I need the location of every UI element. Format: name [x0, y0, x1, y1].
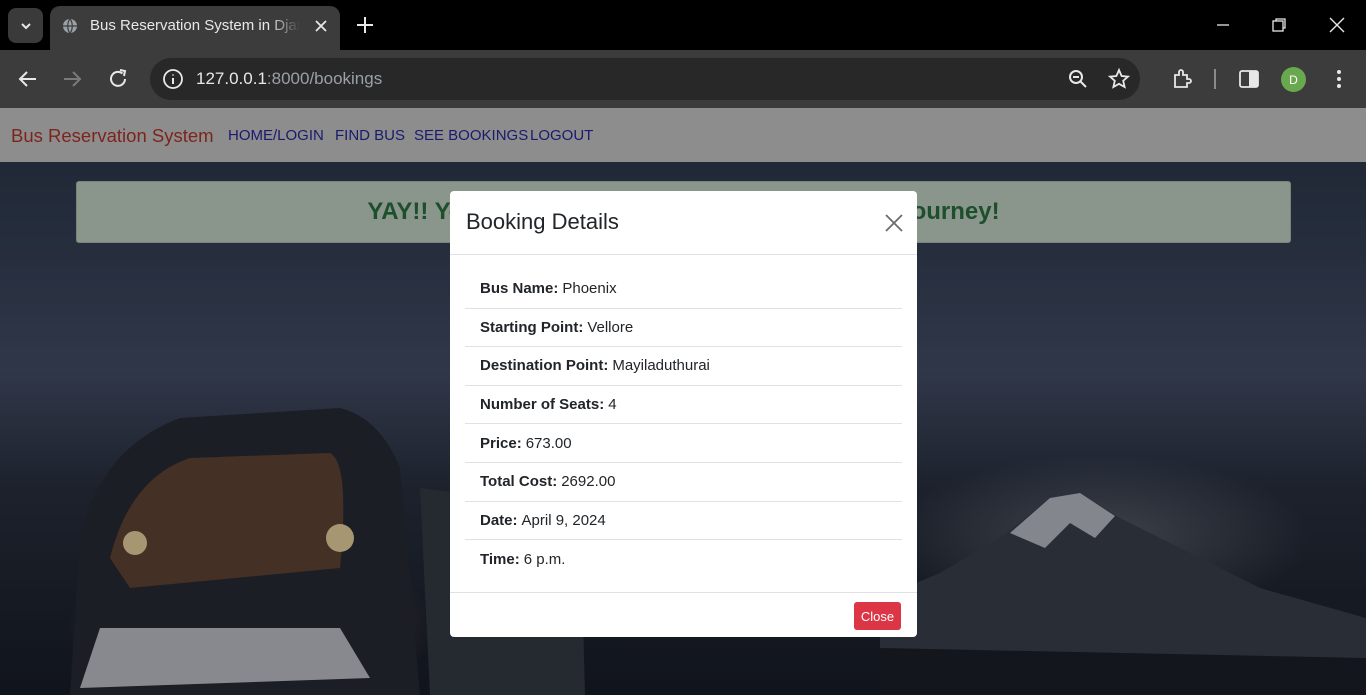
detail-row-number-of-seats: Number of Seats: 4	[465, 386, 902, 425]
detail-value: April 9, 2024	[521, 511, 606, 529]
detail-value: 673.00	[525, 434, 572, 452]
url-path: :8000/bookings	[266, 69, 383, 88]
url-text[interactable]: 127.0.0.1:8000/bookings	[196, 69, 382, 89]
side-panel-icon[interactable]	[1237, 67, 1261, 91]
detail-value: 4	[608, 396, 617, 414]
more-menu-icon[interactable]	[1327, 67, 1351, 91]
tab-title: Bus Reservation System in Django	[90, 17, 300, 34]
detail-row-date: Date: April 9, 2024	[465, 502, 902, 541]
detail-label: Price:	[480, 434, 522, 452]
detail-row-total-cost: Total Cost: 2692.00	[465, 463, 902, 502]
detail-label: Date:	[480, 511, 518, 529]
close-button[interactable]: Close	[854, 602, 901, 630]
chevron-down-icon	[20, 22, 31, 29]
close-icon[interactable]	[884, 213, 904, 233]
site-info-icon[interactable]	[162, 68, 184, 90]
detail-label: Destination Point:	[480, 357, 609, 375]
extensions-icon[interactable]	[1170, 67, 1194, 91]
detail-label: Total Cost:	[480, 473, 558, 491]
globe-icon	[63, 18, 77, 34]
detail-row-starting-point: Starting Point: Vellore	[465, 309, 902, 348]
browser-toolbar: 127.0.0.1:8000/bookings	[0, 50, 1366, 108]
close-tab-icon[interactable]	[312, 17, 330, 35]
detail-value: Phoenix	[562, 280, 617, 298]
back-icon[interactable]	[16, 67, 40, 91]
booking-details-modal: Booking Details Bus Name: Phoenix Startin…	[450, 191, 917, 637]
modal-footer: Close	[450, 592, 917, 637]
page-content: Bus Reservation System HOME/LOGIN FIND B…	[0, 108, 1366, 695]
detail-label: Time:	[480, 550, 520, 568]
detail-label: Number of Seats:	[480, 396, 605, 414]
profile-avatar[interactable]: D	[1281, 67, 1306, 92]
detail-value: Mayiladuthurai	[612, 357, 710, 375]
detail-row-destination-point: Destination Point: Mayiladuthurai	[465, 347, 902, 386]
new-tab-icon[interactable]	[354, 14, 376, 36]
address-bar[interactable]: 127.0.0.1:8000/bookings	[150, 58, 1140, 100]
restore-icon[interactable]	[1268, 14, 1290, 36]
detail-row-bus-name: Bus Name: Phoenix	[465, 270, 902, 309]
minimize-icon[interactable]	[1212, 14, 1234, 36]
toolbar-divider	[1214, 69, 1216, 89]
close-window-icon[interactable]	[1326, 14, 1348, 36]
url-host: 127.0.0.1	[196, 69, 267, 88]
detail-value: Vellore	[587, 318, 634, 336]
forward-icon[interactable]	[60, 67, 84, 91]
reload-icon[interactable]	[106, 67, 130, 91]
bookmark-star-icon[interactable]	[1108, 68, 1130, 90]
zoom-icon[interactable]	[1067, 68, 1089, 90]
browser-tab[interactable]: Bus Reservation System in Django	[50, 6, 340, 50]
detail-row-time: Time: 6 p.m.	[465, 540, 902, 579]
modal-title: Booking Details	[466, 209, 619, 234]
detail-value: 2692.00	[561, 473, 616, 491]
modal-header: Booking Details	[450, 191, 917, 255]
detail-value: 6 p.m.	[523, 550, 566, 568]
browser-tab-bar: Bus Reservation System in Django	[0, 0, 1366, 50]
detail-label: Starting Point:	[480, 318, 584, 336]
booking-details-list: Bus Name: Phoenix Starting Point: Vellore …	[465, 270, 902, 579]
detail-label: Bus Name:	[480, 280, 559, 298]
tab-search-button[interactable]	[8, 8, 43, 43]
detail-row-price: Price: 673.00	[465, 424, 902, 463]
